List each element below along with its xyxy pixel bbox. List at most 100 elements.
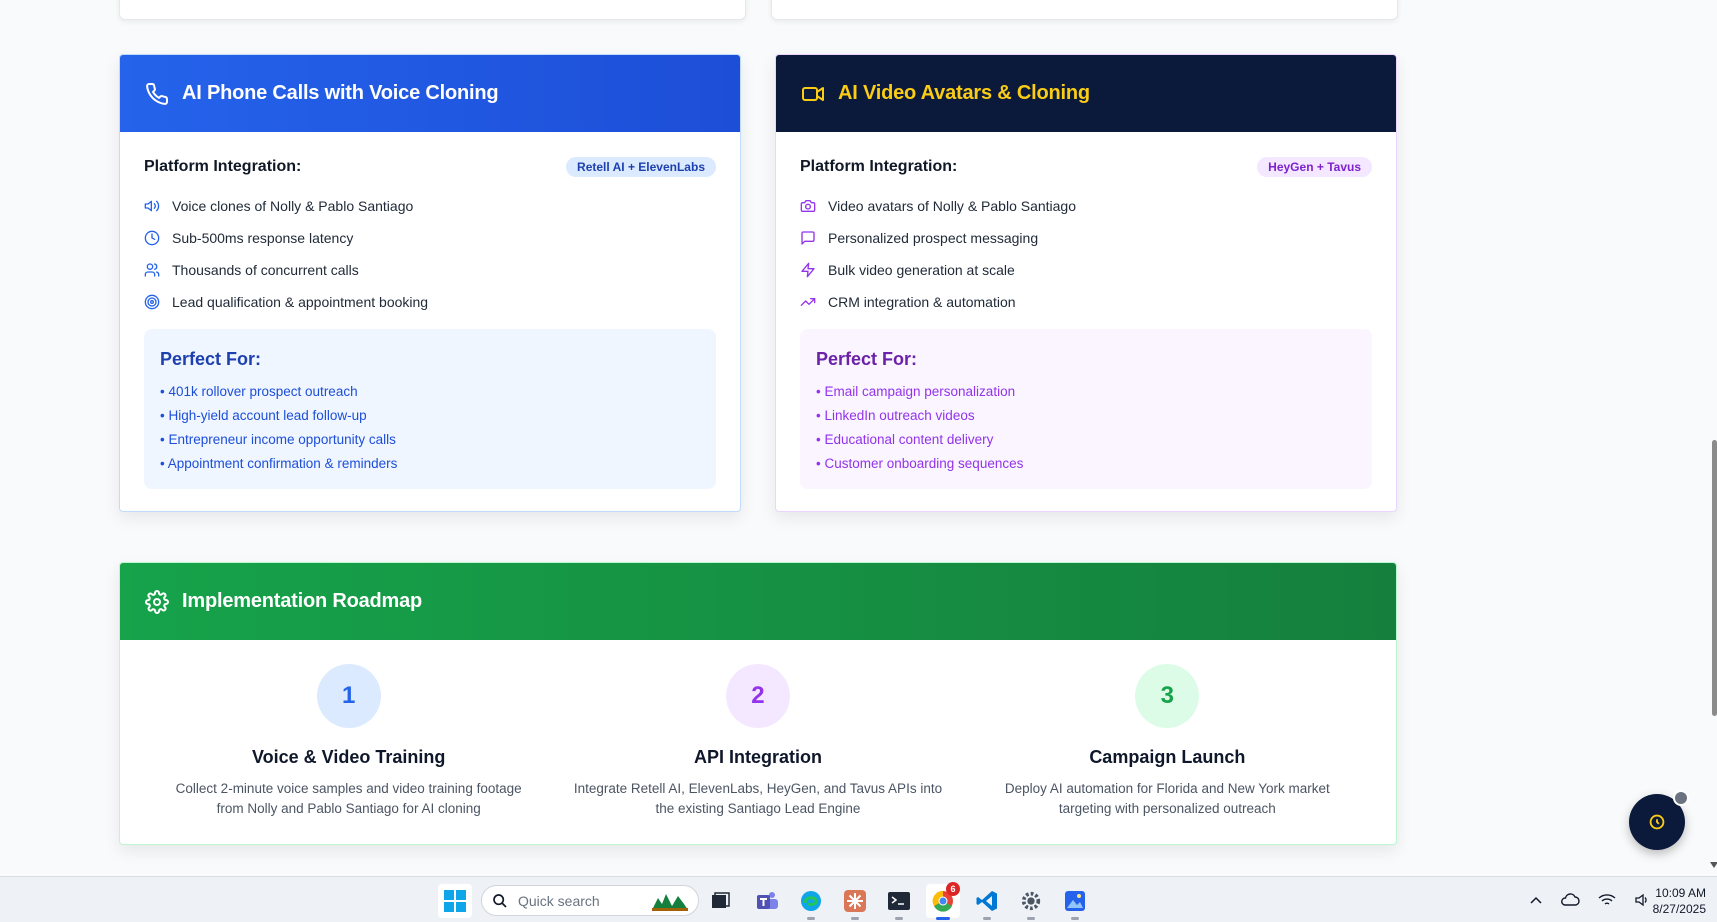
list-item: Voice clones of Nolly & Pablo Santiago	[144, 190, 716, 222]
scrollbar[interactable]	[1711, 0, 1717, 876]
perfect-for-box: Perfect For: • 401k rollover prospect ou…	[144, 329, 716, 489]
feature-text: Video avatars of Nolly & Pablo Santiago	[828, 198, 1077, 214]
video-avatars-card: AI Video Avatars & Cloning Platform Inte…	[775, 54, 1397, 512]
speaker-icon	[144, 198, 160, 214]
platform-badge: Retell AI + ElevenLabs	[566, 157, 716, 177]
roadmap-step: 3 Campaign Launch Deploy AI automation f…	[963, 664, 1372, 819]
step-number: 3	[1135, 664, 1200, 728]
terminal-running-indicator	[895, 917, 903, 920]
users-icon	[144, 262, 160, 278]
cloud-sync-icon[interactable]	[1560, 892, 1580, 908]
teams-button[interactable]	[750, 884, 784, 918]
gear-icon	[145, 589, 169, 614]
phone-card-title: AI Phone Calls with Voice Cloning	[182, 82, 499, 104]
integration-label: Platform Integration:	[144, 158, 302, 175]
list-item: Sub-500ms response latency	[144, 222, 716, 254]
roadmap-card: Implementation Roadmap 1 Voice & Video T…	[119, 562, 1397, 845]
taskbar-search[interactable]: Quick search	[481, 885, 699, 916]
feature-text: Personalized prospect messaging	[828, 230, 1039, 246]
chrome-notification-badge: 6	[946, 882, 960, 896]
wifi-icon[interactable]	[1598, 893, 1616, 907]
edge-button[interactable]	[794, 884, 828, 918]
list-item: • Educational content delivery	[816, 432, 994, 447]
windows-taskbar: Quick search 6 10:09 AM 8/27/2025	[0, 876, 1717, 922]
claude-running-indicator	[851, 917, 859, 920]
search-icon	[493, 893, 507, 908]
list-item: Thousands of concurrent calls	[144, 254, 716, 286]
list-item: Bulk video generation at scale	[800, 254, 1372, 286]
message-icon	[800, 230, 816, 246]
feature-text: Bulk video generation at scale	[828, 262, 1015, 278]
clock-date: 8/27/2025	[1652, 902, 1706, 916]
list-item: CRM integration & automation	[800, 286, 1372, 318]
edge-running-indicator	[807, 917, 815, 920]
previous-card-bottom-left	[119, 0, 746, 20]
step-title: API Integration	[693, 747, 822, 767]
assistant-icon	[1649, 814, 1665, 830]
system-clock[interactable]: 10:09 AM 8/27/2025	[1640, 885, 1706, 917]
list-item: Lead qualification & appointment booking	[144, 286, 716, 318]
list-item: • Appointment confirmation & reminders	[160, 456, 398, 471]
step-title: Voice & Video Training	[251, 747, 446, 767]
camera-icon	[800, 198, 816, 214]
feature-list: Video avatars of Nolly & Pablo Santiago …	[800, 190, 1372, 318]
list-item: • Email campaign personalization	[816, 384, 1016, 399]
roadmap-step: 2 API Integration Integrate Retell AI, E…	[553, 664, 962, 819]
step-description: Deploy AI automation for Florida and New…	[1004, 781, 1330, 816]
claude-button[interactable]	[838, 884, 872, 918]
settings-button[interactable]	[1014, 884, 1048, 918]
list-item: Personalized prospect messaging	[800, 222, 1372, 254]
clock-icon	[144, 230, 160, 246]
perfect-for-title: Perfect For:	[160, 349, 262, 369]
vscode-running-indicator	[983, 917, 991, 920]
settings-gear-icon	[1021, 891, 1041, 911]
photos-running-indicator	[1071, 917, 1079, 920]
list-item: • Entrepreneur income opportunity calls	[160, 432, 396, 447]
claude-icon	[844, 890, 866, 912]
roadmap-steps: 1 Voice & Video Training Collect 2-minut…	[120, 640, 1396, 819]
step-number: 2	[725, 664, 790, 728]
vscode-icon	[976, 891, 997, 911]
task-view-button[interactable]	[704, 884, 738, 918]
feature-text: Sub-500ms response latency	[172, 230, 354, 246]
perfect-for-box: Perfect For: • Email campaign personaliz…	[800, 329, 1372, 489]
task-view-icon	[712, 892, 730, 908]
settings-running-indicator	[1027, 917, 1035, 920]
chrome-active-indicator	[936, 917, 950, 920]
chevron-up-icon[interactable]	[1530, 896, 1542, 904]
step-description: Collect 2-minute voice samples and video…	[175, 781, 522, 816]
vscode-button[interactable]	[970, 884, 1004, 918]
list-item: Video avatars of Nolly & Pablo Santiago	[800, 190, 1372, 222]
video-card-header: AI Video Avatars & Cloning	[776, 55, 1396, 132]
page: AI Phone Calls with Voice Cloning Platfo…	[0, 0, 1717, 876]
search-placeholder: Quick search	[518, 892, 600, 909]
video-card-title: AI Video Avatars & Cloning	[838, 82, 1090, 104]
feature-list: Voice clones of Nolly & Pablo Santiago S…	[144, 190, 716, 318]
previous-card-bottom-right	[771, 0, 1398, 20]
photos-button[interactable]	[1058, 884, 1092, 918]
scrollbar-thumb[interactable]	[1712, 440, 1717, 716]
roadmap-title: Implementation Roadmap	[182, 590, 423, 612]
lightning-icon	[800, 262, 816, 278]
integration-label: Platform Integration:	[800, 158, 958, 175]
feature-text: Thousands of concurrent calls	[172, 262, 359, 278]
search-highlight-icon	[652, 893, 688, 911]
step-title: Campaign Launch	[1089, 747, 1246, 767]
clock-time: 10:09 AM	[1655, 886, 1706, 900]
photos-icon	[1065, 891, 1085, 911]
list-item: • High-yield account lead follow-up	[160, 408, 367, 423]
windows-logo-icon	[444, 890, 466, 912]
trending-up-icon	[800, 294, 816, 310]
terminal-button[interactable]	[882, 884, 916, 918]
feature-text: Lead qualification & appointment booking	[172, 294, 429, 310]
phone-card-header: AI Phone Calls with Voice Cloning	[120, 55, 740, 132]
scroll-down-arrow[interactable]	[1710, 862, 1717, 868]
chrome-button[interactable]: 6	[926, 882, 960, 918]
target-icon	[144, 294, 160, 310]
list-item: • Customer onboarding sequences	[816, 456, 1024, 471]
assistant-badge	[1673, 790, 1689, 806]
system-tray	[1530, 877, 1650, 922]
edge-icon	[801, 891, 821, 911]
start-button[interactable]	[438, 884, 472, 918]
feature-text: Voice clones of Nolly & Pablo Santiago	[172, 198, 414, 214]
